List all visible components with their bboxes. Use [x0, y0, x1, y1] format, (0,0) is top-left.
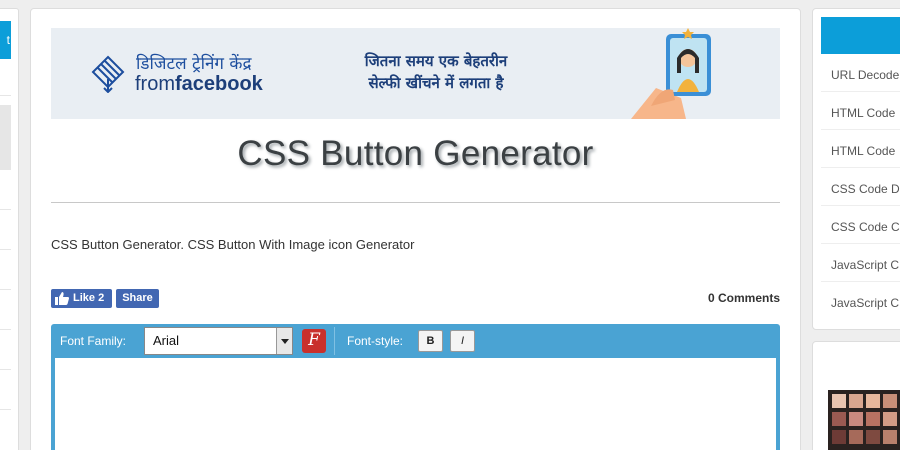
page-title: CSS Button Generator [237, 134, 594, 173]
left-sidebar-active-item[interactable] [0, 105, 11, 170]
left-sidebar-divider [0, 369, 11, 370]
ad-tagline: जितना समय एक बेहतरीन सेल्फी खींचने में ल… [336, 50, 536, 94]
ad-program-name: डिजिटल ट्रेनिंग केंद्र [136, 54, 252, 74]
makeup-palette-icon [828, 390, 900, 450]
tools-sidebar-header [821, 17, 900, 54]
button-editor-panel: Font Family: Arial F Font-style: B I [51, 324, 780, 450]
sidebar-divider [821, 129, 900, 130]
tools-sidebar: URL Decode HTML Code HTML Code CSS Code … [812, 8, 900, 330]
ad-brand-name: facebook [175, 73, 263, 95]
sidebar-divider [821, 281, 900, 282]
ad-from-text: from [135, 73, 175, 95]
sidebar-divider [821, 243, 900, 244]
font-family-label: Font Family: [60, 334, 127, 348]
font-family-select[interactable]: Arial [144, 327, 293, 355]
sidebar-link-css-code-2[interactable]: CSS Code C [831, 220, 900, 234]
thumbs-up-icon [55, 292, 69, 305]
sidebar-link-html-code-1[interactable]: HTML Code [831, 106, 895, 120]
facebook-share-button[interactable]: Share [116, 289, 159, 308]
sidebar-ad-card[interactable] [812, 341, 900, 450]
left-sidebar-tab[interactable]: t [0, 21, 11, 59]
sidebar-link-javascript-2[interactable]: JavaScript C [831, 296, 899, 310]
left-sidebar-divider [0, 409, 11, 410]
font-family-value: Arial [153, 333, 180, 348]
left-sidebar: t [0, 8, 19, 450]
italic-button[interactable]: I [450, 330, 475, 352]
left-sidebar-divider [0, 329, 11, 330]
font-icon[interactable]: F [302, 329, 326, 353]
ad-tagline-line1: जितना समय एक बेहतरीन [364, 52, 508, 70]
sidebar-divider [821, 167, 900, 168]
digital-training-logo-icon [91, 55, 125, 93]
bold-button[interactable]: B [418, 330, 443, 352]
chevron-down-icon[interactable] [276, 328, 292, 354]
like-label: Like 2 [73, 292, 105, 304]
main-content-card: डिजिटल ट्रेनिंग केंद्र fromfacebook जितन… [30, 8, 801, 450]
sidebar-link-javascript-1[interactable]: JavaScript C [831, 258, 899, 272]
ad-banner[interactable]: डिजिटल ट्रेनिंग केंद्र fromfacebook जितन… [51, 28, 780, 119]
left-sidebar-divider [0, 95, 11, 96]
sidebar-link-css-code-1[interactable]: CSS Code D [831, 182, 900, 196]
sidebar-link-url-decode[interactable]: URL Decode [831, 68, 899, 82]
toolbar-divider [334, 327, 335, 355]
page-description: CSS Button Generator. CSS Button With Im… [51, 237, 415, 252]
selfie-illustration-icon [631, 28, 711, 119]
left-sidebar-divider [0, 289, 11, 290]
ad-tagline-line2: सेल्फी खींचने में लगता है [368, 74, 504, 92]
title-divider [51, 202, 780, 203]
sidebar-divider [821, 91, 900, 92]
facebook-like-button[interactable]: Like 2 [51, 289, 112, 308]
sidebar-divider [821, 205, 900, 206]
social-bar: Like 2 Share 0 Comments [51, 289, 780, 309]
comments-count[interactable]: 0 Comments [708, 291, 780, 305]
sidebar-link-html-code-2[interactable]: HTML Code [831, 144, 895, 158]
left-sidebar-divider [0, 249, 11, 250]
left-sidebar-divider [0, 209, 11, 210]
font-style-label: Font-style: [347, 334, 404, 348]
ad-brand-line: fromfacebook [135, 73, 263, 96]
button-preview-area[interactable] [55, 358, 776, 450]
